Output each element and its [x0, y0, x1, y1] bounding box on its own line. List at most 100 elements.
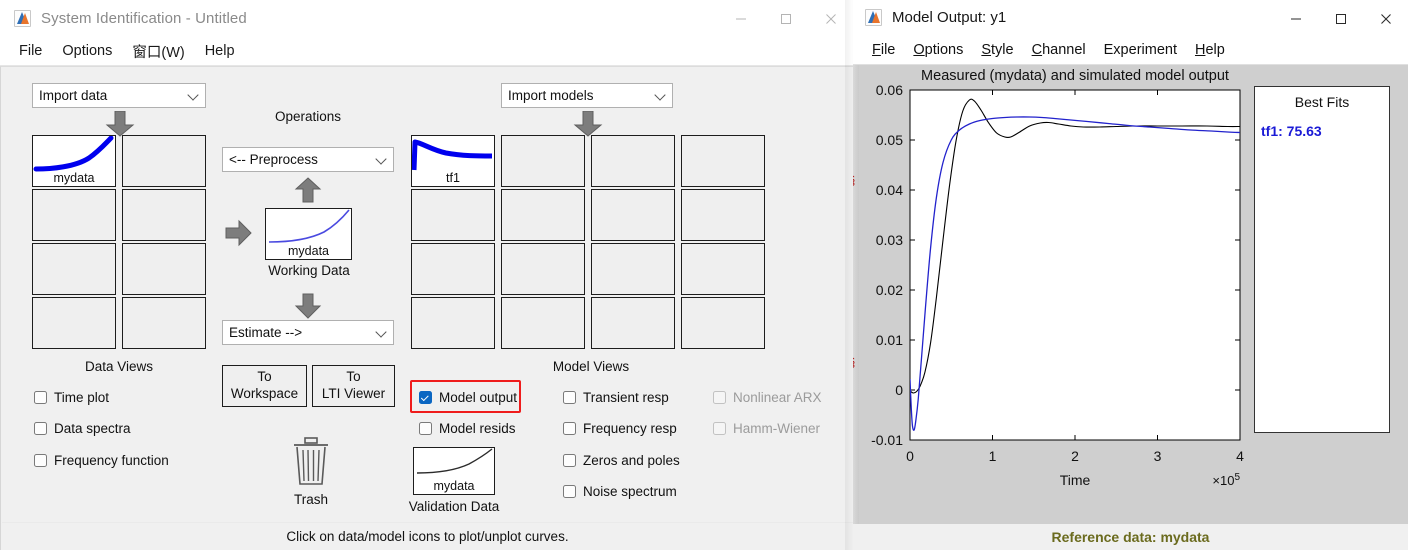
- model-cell-1-1[interactable]: [501, 189, 585, 241]
- data-cell-2-1[interactable]: [122, 243, 206, 295]
- checkbox-zeros-and-poles[interactable]: Zeros and poles: [563, 453, 680, 468]
- close-icon[interactable]: [808, 0, 853, 37]
- checkbox-label: Model output: [439, 390, 518, 405]
- best-fits-panel: Best Fits tf1: 75.63: [1254, 86, 1390, 433]
- working-data-label: Working Data: [268, 263, 350, 278]
- model-cell-0-3[interactable]: [681, 135, 765, 187]
- menu-experiment[interactable]: Experiment: [1095, 40, 1186, 60]
- checkbox-box: [34, 391, 47, 404]
- model-icon-tf1[interactable]: tf1: [411, 135, 495, 187]
- to-lti-viewer-button[interactable]: To LTI Viewer: [312, 365, 395, 407]
- to-lti-line2: LTI Viewer: [321, 386, 386, 401]
- import-data-dropdown[interactable]: Import data: [32, 83, 206, 108]
- svg-text:1: 1: [989, 448, 997, 464]
- data-cell-2-0[interactable]: [32, 243, 116, 295]
- modelout-status-bar: Reference data: mydata: [853, 524, 1408, 550]
- model-cell-3-1[interactable]: [501, 297, 585, 349]
- menu-style[interactable]: Style: [972, 40, 1022, 60]
- working-data-icon-label: mydata: [288, 244, 329, 258]
- maximize-icon[interactable]: [763, 0, 808, 37]
- checkbox-label: Zeros and poles: [583, 453, 680, 468]
- arrow-down-icon: [573, 111, 603, 137]
- minimize-icon[interactable]: [1273, 0, 1318, 37]
- best-fits-entry[interactable]: tf1: 75.63: [1261, 123, 1322, 139]
- working-data-icon[interactable]: mydata: [265, 208, 352, 260]
- menu-help[interactable]: Help: [1186, 40, 1234, 60]
- chevron-down-icon: [375, 325, 387, 338]
- checkbox-frequency-resp[interactable]: Frequency resp: [563, 421, 677, 436]
- estimate-label: Estimate -->: [229, 325, 303, 340]
- model-cell-2-2[interactable]: [591, 243, 675, 295]
- model-cell-3-3[interactable]: [681, 297, 765, 349]
- menu-options[interactable]: Options: [904, 40, 972, 60]
- trash-icon[interactable]: [291, 436, 331, 488]
- model-cell-2-3[interactable]: [681, 243, 765, 295]
- data-cell-3-0[interactable]: [32, 297, 116, 349]
- checkbox-box: [419, 391, 432, 404]
- sysid-menubar: File Options 窗口(W) Help: [0, 37, 853, 66]
- menu-file[interactable]: File: [863, 40, 904, 60]
- model-cell-1-2[interactable]: [591, 189, 675, 241]
- menu-file[interactable]: File: [10, 41, 51, 61]
- chevron-down-icon: [187, 88, 199, 101]
- checkbox-model-resids[interactable]: Model resids: [419, 421, 516, 436]
- model-cell-3-0[interactable]: [411, 297, 495, 349]
- checkbox-frequency-function[interactable]: Frequency function: [34, 453, 169, 468]
- model-cell-0-1[interactable]: [501, 135, 585, 187]
- menu-help[interactable]: Help: [196, 41, 244, 61]
- to-workspace-line2: Workspace: [230, 386, 299, 401]
- data-views-label: Data Views: [84, 359, 154, 374]
- checkbox-label: Noise spectrum: [583, 484, 677, 499]
- model-cell-1-3[interactable]: [681, 189, 765, 241]
- model-cell-2-0[interactable]: [411, 243, 495, 295]
- minimize-icon[interactable]: [718, 0, 763, 37]
- modelout-window-controls: [1273, 0, 1408, 37]
- close-icon[interactable]: [1363, 0, 1408, 37]
- model-cell-3-2[interactable]: [591, 297, 675, 349]
- preprocess-dropdown[interactable]: <-- Preprocess: [222, 147, 394, 172]
- maximize-icon[interactable]: [1318, 0, 1363, 37]
- model-views-label: Model Views: [552, 359, 630, 374]
- checkbox-model-output[interactable]: Model output: [419, 390, 517, 405]
- checkbox-box: [563, 485, 576, 498]
- checkbox-label: Frequency resp: [583, 421, 677, 436]
- menu-window[interactable]: 窗口(W): [123, 39, 193, 64]
- checkbox-noise-spectrum[interactable]: Noise spectrum: [563, 484, 677, 499]
- data-icon-label: mydata: [53, 171, 95, 185]
- validation-data-icon[interactable]: mydata: [413, 447, 495, 495]
- checkbox-box: [34, 422, 47, 435]
- checkbox-label: Transient resp: [583, 390, 669, 405]
- to-lti-line1: To: [346, 369, 361, 385]
- data-cell-1-0[interactable]: [32, 189, 116, 241]
- data-cell-1-1[interactable]: [122, 189, 206, 241]
- checkbox-nonlinear-arx: Nonlinear ARX: [713, 390, 822, 405]
- model-cell-2-1[interactable]: [501, 243, 585, 295]
- to-workspace-button[interactable]: To Workspace: [222, 365, 307, 407]
- checkbox-label: Data spectra: [54, 421, 131, 436]
- checkbox-time-plot[interactable]: Time plot: [34, 390, 109, 405]
- svg-text:2: 2: [1071, 448, 1079, 464]
- estimate-dropdown[interactable]: Estimate -->: [222, 320, 394, 345]
- checkbox-label: Time plot: [54, 390, 110, 405]
- chevron-down-icon: [375, 152, 387, 165]
- model-cell-0-2[interactable]: [591, 135, 675, 187]
- data-icon-mydata[interactable]: mydata: [32, 135, 116, 187]
- checkbox-data-spectra[interactable]: Data spectra: [34, 421, 131, 436]
- data-cell-3-1[interactable]: [122, 297, 206, 349]
- svg-text:0.05: 0.05: [876, 132, 903, 148]
- checkbox-box: [34, 454, 47, 467]
- import-models-dropdown[interactable]: Import models: [501, 83, 673, 108]
- svg-text:Time: Time: [1060, 472, 1091, 488]
- svg-text:0.01: 0.01: [876, 332, 903, 348]
- svg-text:×105: ×105: [1212, 472, 1240, 488]
- menu-options[interactable]: Options: [53, 41, 121, 61]
- data-cell-0-1[interactable]: [122, 135, 206, 187]
- best-fits-title: Best Fits: [1294, 94, 1350, 110]
- sysid-status-bar: Click on data/model icons to plot/unplot…: [2, 522, 853, 550]
- svg-text:0.06: 0.06: [876, 82, 903, 98]
- model-cell-1-0[interactable]: [411, 189, 495, 241]
- svg-text:0.03: 0.03: [876, 232, 903, 248]
- menu-channel[interactable]: Channel: [1023, 40, 1095, 60]
- checkbox-transient-resp[interactable]: Transient resp: [563, 390, 669, 405]
- model-icon-label: tf1: [446, 171, 460, 185]
